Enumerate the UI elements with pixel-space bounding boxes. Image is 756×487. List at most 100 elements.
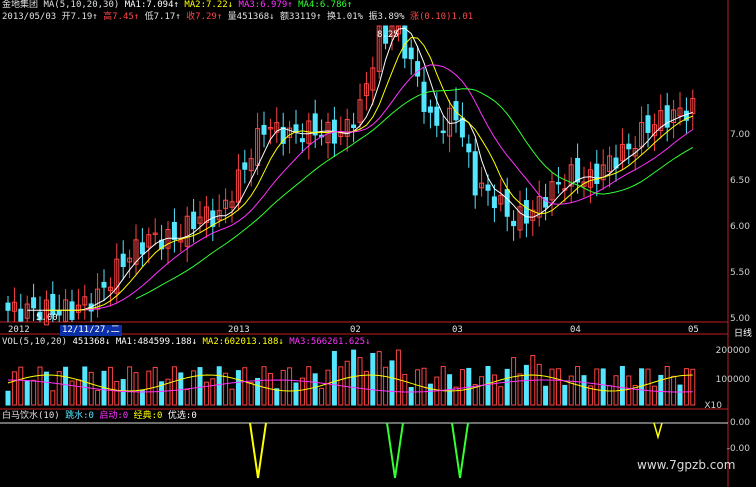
volume-bar — [5, 390, 11, 406]
volume-ma2: MA2:602013.188↓ — [202, 337, 284, 347]
volume-bar — [562, 384, 568, 406]
volume-bar — [549, 368, 555, 406]
volume-bar — [31, 379, 37, 406]
indicator-signal-spike — [249, 422, 267, 479]
volume-bar — [197, 367, 203, 406]
volume-bar — [178, 372, 184, 406]
quote-close: 收7.29↑ — [186, 12, 223, 22]
quote-date: 2013/05/03 — [2, 12, 57, 22]
volume-bar — [536, 363, 542, 406]
candle-body — [523, 200, 529, 224]
volume-bar — [11, 371, 17, 406]
candle-body — [56, 310, 62, 316]
volume-bar — [37, 366, 43, 406]
candle-body — [594, 163, 600, 184]
indicator-youxuan: 优选:0 — [167, 411, 197, 421]
candle-body — [440, 130, 446, 134]
candle-body — [645, 115, 651, 133]
volume-bar — [619, 366, 625, 406]
volume-bar — [312, 373, 318, 406]
volume-bar — [626, 375, 632, 406]
candle-body — [18, 308, 24, 322]
indicator-legend: 白马饮水(10) 跳水:0 启动:0 经典:0 优选:0 — [2, 411, 197, 422]
volume-bar — [600, 368, 606, 406]
candle-body — [466, 143, 472, 153]
volume-bar — [235, 370, 241, 406]
indicator-tick-0: 0.00 — [729, 418, 750, 428]
volume-bar — [555, 368, 561, 406]
ma-params: MA(5,10,20,30) — [43, 0, 120, 10]
volume-bar — [639, 368, 645, 406]
volume-bar — [216, 366, 222, 406]
volume-bar — [479, 376, 485, 406]
volume-bar — [389, 360, 395, 406]
volume-bar — [18, 366, 24, 406]
volume-ma1: MA1:484599.188↓ — [115, 337, 198, 347]
ma1-line — [27, 27, 693, 311]
indicator-title: 白马饮水(10) — [2, 411, 60, 421]
volume-value: 451368↓ — [72, 337, 111, 347]
volume-bar — [383, 366, 389, 406]
volume-bar — [594, 368, 600, 406]
indicator-signal-spike — [451, 422, 469, 479]
indicator-signal-spike — [653, 422, 663, 440]
volume-bar — [114, 380, 120, 406]
volume-bar — [351, 349, 357, 406]
period-label[interactable]: 日线 — [734, 326, 752, 339]
volume-bar — [651, 385, 657, 406]
candle-body — [511, 220, 517, 227]
volume-bar — [607, 385, 613, 406]
candle-body — [171, 221, 177, 240]
candle-body — [485, 184, 491, 191]
ma3-line — [84, 64, 694, 311]
indicator-qidong: 启动:0 — [99, 411, 129, 421]
volume-bar — [248, 382, 254, 406]
volume-bar — [293, 382, 299, 406]
time-label-02: 02 — [350, 325, 361, 335]
candle-body — [101, 281, 107, 288]
volume-bar — [120, 379, 126, 406]
volume-bar — [43, 371, 49, 406]
candle-body — [459, 117, 465, 138]
volume-bar — [133, 372, 139, 406]
quote-amount: 额33119↑ — [280, 12, 322, 22]
quote-change: 涨(0.10)1.01 — [410, 12, 474, 22]
volume-bar — [459, 369, 465, 406]
volume-bar — [261, 366, 267, 406]
volume-bar — [229, 388, 235, 406]
quote-amplitude: 振3.89% — [368, 12, 405, 22]
candle-body — [421, 81, 427, 112]
stock-name: 金地集团 — [2, 0, 39, 10]
ma2-value: MA2:7.22↓ — [184, 0, 234, 10]
volume-bar — [75, 379, 81, 406]
candle-body — [575, 157, 581, 183]
ma4-value: MA4:6.786↑ — [298, 0, 353, 10]
candle-body — [261, 124, 267, 135]
volume-bar — [287, 367, 293, 406]
price-tick-600: 6.00 — [729, 222, 750, 232]
volume-legend: VOL(5,10,20) 451368↓ MA1:484599.188↓ MA2… — [2, 337, 371, 348]
high-marker: 8.25 — [377, 30, 399, 40]
volume-bar — [645, 368, 651, 406]
time-label-2012: 2012 — [8, 325, 30, 335]
volume-bar — [344, 360, 350, 406]
volume-tick-100000: 100000 — [715, 375, 750, 385]
low-marker: 5.00 — [36, 313, 58, 323]
indicator-tiaoshui: 跳水:0 — [65, 411, 94, 421]
candle-body — [351, 124, 357, 129]
volume-bar — [671, 375, 677, 406]
candle-body — [555, 182, 561, 185]
candle-body — [120, 253, 126, 268]
volume-bar — [485, 366, 491, 406]
quote-open: 开7.19↑ — [61, 12, 98, 22]
volume-bar — [415, 369, 421, 406]
candle-body — [408, 47, 414, 60]
volume-bar — [363, 370, 369, 406]
volume-bar — [171, 366, 177, 406]
volume-bar — [299, 377, 305, 406]
indicator-jingdian: 经典:0 — [133, 411, 163, 421]
volume-bar — [331, 350, 337, 406]
time-cursor-date[interactable]: 12/11/27,二 — [60, 325, 122, 336]
volume-bar — [664, 366, 670, 406]
volume-bar — [280, 369, 286, 406]
